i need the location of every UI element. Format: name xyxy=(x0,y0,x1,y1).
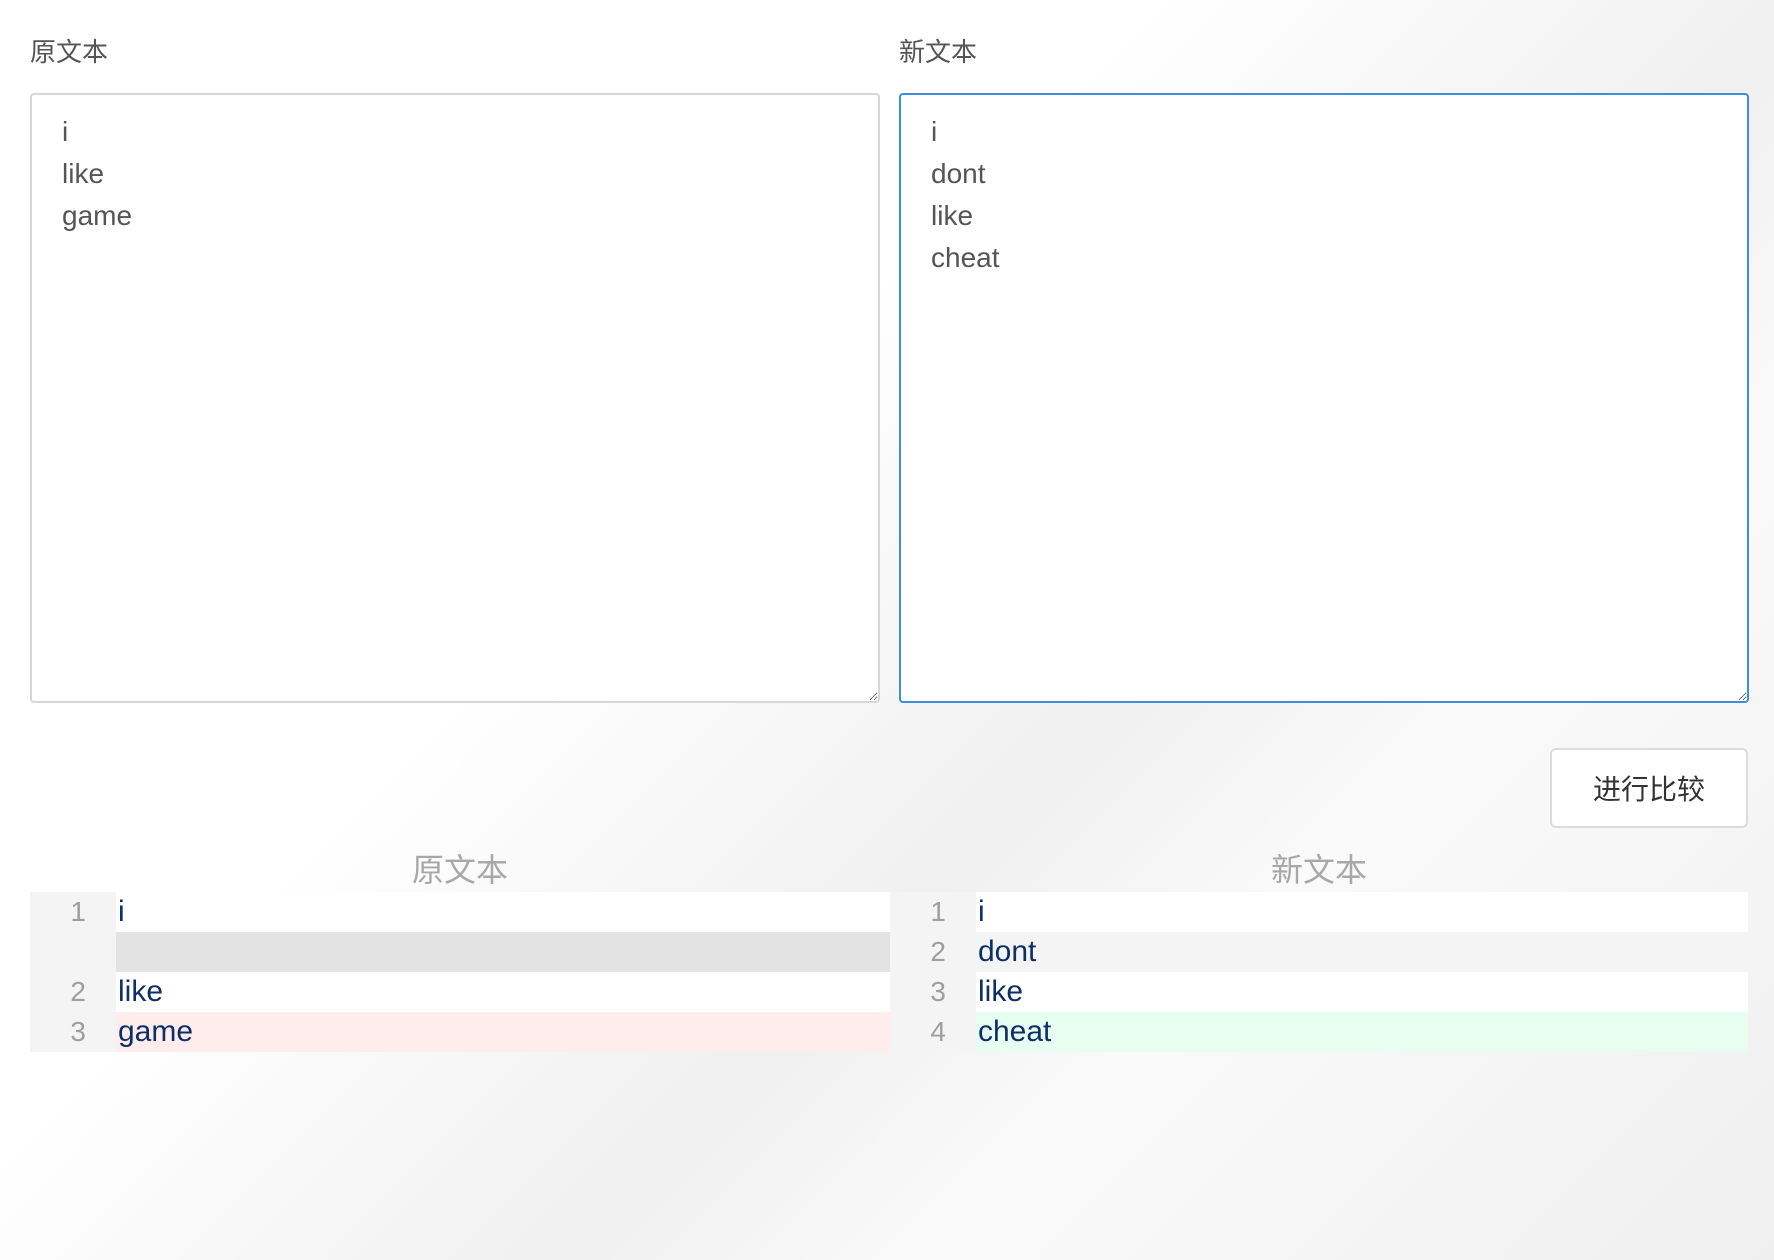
diff-deleted-row: 3 game xyxy=(30,1012,890,1052)
compare-button[interactable]: 进行比较 xyxy=(1550,748,1748,828)
line-text: i xyxy=(116,892,890,932)
line-text: like xyxy=(976,972,1748,1012)
line-text: like xyxy=(116,972,890,1012)
diff-row: 1 i xyxy=(30,892,890,932)
line-number: 1 xyxy=(30,892,116,932)
line-number: 2 xyxy=(30,972,116,1012)
line-text: cheat xyxy=(976,1012,1748,1052)
diff-new-title: 新文本 xyxy=(1270,852,1367,888)
line-number: 3 xyxy=(30,1012,116,1052)
new-text-input[interactable] xyxy=(899,93,1749,703)
diff-row: 3 like xyxy=(890,972,1748,1012)
line-text: dont xyxy=(976,932,1748,972)
diff-row: 1 i xyxy=(890,892,1748,932)
line-text: game xyxy=(116,1012,890,1052)
line-text xyxy=(116,932,890,972)
diff-row: 2 like xyxy=(30,972,890,1012)
diff-inserted-row: 2 dont xyxy=(890,932,1748,972)
line-number xyxy=(30,932,116,972)
line-number: 1 xyxy=(890,892,976,932)
diff-inserted-row: 4 cheat xyxy=(890,1012,1748,1052)
diff-filler-row xyxy=(30,932,890,972)
new-text-label: 新文本 xyxy=(899,37,978,67)
line-number: 3 xyxy=(890,972,976,1012)
original-text-label: 原文本 xyxy=(30,37,109,67)
diff-original-title: 原文本 xyxy=(411,852,508,888)
diff-new-pane: 1 i 2 dont 3 like 4 cheat xyxy=(890,892,1748,1052)
original-text-input[interactable] xyxy=(30,93,880,703)
line-number: 2 xyxy=(890,932,976,972)
line-text: i xyxy=(976,892,1748,932)
diff-original-pane: 1 i 2 like 3 game xyxy=(30,892,890,1052)
line-number: 4 xyxy=(890,1012,976,1052)
